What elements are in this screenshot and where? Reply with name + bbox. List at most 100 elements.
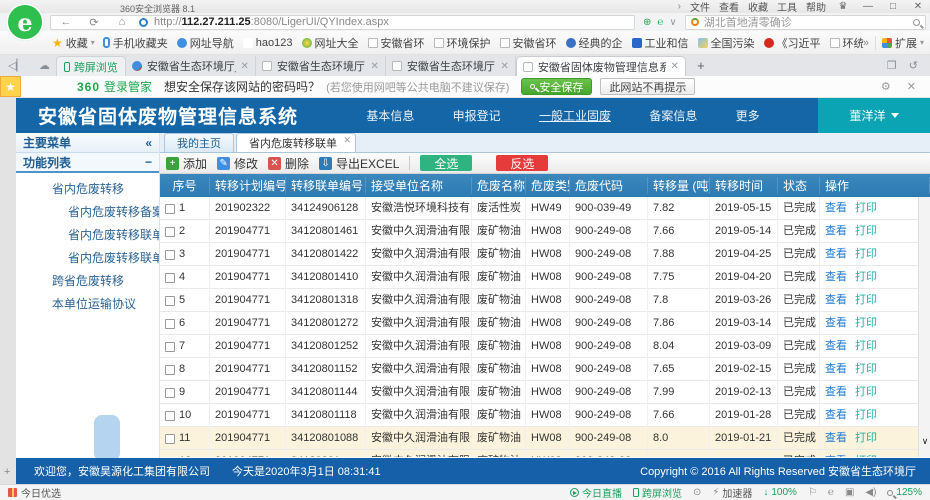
row-checkbox[interactable] [165, 434, 175, 444]
tab-close-icon[interactable]: ✕ [371, 61, 379, 72]
export-excel-button[interactable]: ⇩导出EXCEL [319, 155, 399, 172]
col-waste-code[interactable]: 危废代码 [570, 177, 648, 194]
col-index[interactable]: 序号 [160, 177, 210, 194]
reader-icon[interactable]: ℮ [657, 17, 663, 28]
sidebar-menu-item[interactable]: 本单位运输协议 [16, 293, 159, 316]
nav-item[interactable]: 备案信息 [649, 107, 697, 124]
screen-browse-status-button[interactable]: 跨屏浏览 [633, 485, 682, 500]
edit-button[interactable]: ✎修改 [217, 155, 258, 172]
print-link[interactable]: 打印 [855, 248, 877, 260]
table-row[interactable]: 5 201904771 34120801318 安徽中久润滑油有限公… 废矿物油… [160, 289, 930, 312]
bookmark-item[interactable]: 安徽省环 [368, 35, 425, 51]
row-checkbox[interactable] [165, 388, 175, 398]
view-link[interactable]: 查看 [825, 294, 847, 306]
row-checkbox[interactable] [165, 227, 175, 237]
nav-item[interactable]: 更多 [736, 107, 760, 124]
url-field[interactable]: ← ⟳ ⌂ http://112.27.211.25:8080/LigerUI/… [50, 15, 635, 30]
browser-logo-icon[interactable]: e [6, 3, 44, 41]
add-button[interactable]: +添加 [166, 155, 207, 172]
bookmark-item[interactable]: 环统年报 [830, 35, 863, 51]
browser-tab[interactable]: 安徽省生态环境厅_百度搜索 ✕ [126, 56, 256, 76]
sidebar-collapse-icon[interactable]: « [145, 136, 152, 150]
maximize-button[interactable]: □ [885, 1, 901, 12]
tab-manifest-list[interactable]: 省内危废转移联单 ✕ [236, 133, 356, 152]
accelerator-button[interactable]: ⚡加速器 [712, 485, 752, 500]
bookmark-item[interactable]: 全国污染 [698, 35, 755, 51]
bookmark-item[interactable]: 网址大全 [302, 35, 359, 51]
select-all-button[interactable]: 全选 [420, 155, 472, 171]
favorites-star-icon[interactable]: ★ [0, 76, 21, 97]
search-icon[interactable] [913, 19, 920, 26]
col-plan[interactable]: 转移计划编号 [210, 177, 286, 194]
home-icon[interactable]: ⌂ [116, 16, 128, 28]
content-tab-close-icon[interactable]: ✕ [343, 135, 351, 146]
col-actions[interactable]: 操作 [820, 177, 930, 194]
table-row[interactable]: 7 201904771 34120801252 安徽中久润滑油有限公… 废矿物油… [160, 335, 930, 358]
view-link[interactable]: 查看 [825, 248, 847, 260]
bookmark-item[interactable]: 环境保护 [434, 35, 491, 51]
bookmark-item[interactable]: hao123 [243, 37, 293, 49]
sidebar-section[interactable]: 功能列表 − [16, 153, 159, 173]
view-link[interactable]: 查看 [825, 202, 847, 214]
history-icon[interactable]: ⊙ [693, 487, 701, 498]
favorites-button[interactable]: ★ 收藏 ▾ [52, 35, 95, 51]
vip-icon[interactable]: ♛ [835, 1, 851, 12]
table-row[interactable]: 10 201904771 34120801118 安徽中久润滑油有限公… 废矿物… [160, 404, 930, 427]
print-link[interactable]: 打印 [855, 202, 877, 214]
notify-close-icon[interactable]: ✕ [907, 80, 916, 93]
new-tab-button[interactable]: + [690, 57, 712, 75]
download-status[interactable]: ↓100% [763, 487, 797, 498]
notify-settings-icon[interactable]: ⚙ [881, 80, 891, 93]
table-row[interactable]: 2 201904771 34120801461 安徽中久润滑油有限公… 废矿物油… [160, 220, 930, 243]
sidebar-menu-item[interactable]: 跨省危废转移 [16, 270, 159, 293]
bookmark-item[interactable]: 工业和信 [632, 35, 689, 51]
menu-file[interactable]: 文件 [690, 0, 710, 14]
print-link[interactable]: 打印 [855, 340, 877, 352]
safe-icon[interactable]: ⊕ [643, 17, 651, 28]
view-link[interactable]: 查看 [825, 455, 847, 457]
menu-view[interactable]: 查看 [719, 0, 739, 14]
sidebar-menu-item[interactable]: 省内危废转移备案 [16, 201, 159, 224]
extensions-button[interactable]: 扩展 ▾ [882, 35, 924, 51]
browser-mode-icon[interactable]: ℮ [828, 487, 834, 498]
search-box[interactable]: 湖北首地清零确诊 [685, 15, 926, 30]
table-scrollbar[interactable]: ∨ [918, 197, 930, 457]
user-menu[interactable]: 董洋洋 [818, 98, 930, 133]
row-checkbox[interactable] [165, 319, 175, 329]
print-link[interactable]: 打印 [855, 386, 877, 398]
bookmark-item[interactable]: 手机收藏夹 [103, 35, 168, 51]
print-link[interactable]: 打印 [855, 271, 877, 283]
browser-tab[interactable]: 安徽省生态环境厅 ✕ [386, 56, 516, 76]
bookmark-item[interactable]: 网址导航 [177, 35, 234, 51]
today-picks-button[interactable]: 今日优选 [8, 485, 61, 500]
tab-close-icon[interactable]: ✕ [671, 61, 679, 72]
table-row[interactable]: 3 201904771 34120801422 安徽中久润滑油有限公… 废矿物油… [160, 243, 930, 266]
table-row[interactable]: 6 201904771 34120801272 安徽中久润滑油有限公… 废矿物油… [160, 312, 930, 335]
row-checkbox[interactable] [165, 250, 175, 260]
cloud-sync-icon[interactable]: ☁ [39, 59, 50, 72]
speaker-icon[interactable]: ◀) [865, 487, 876, 498]
invert-selection-button[interactable]: 反选 [496, 155, 548, 171]
tab-close-icon[interactable]: ✕ [501, 61, 509, 72]
minimize-button[interactable]: — [860, 1, 876, 12]
tab-list-icon[interactable]: ❐ [887, 59, 897, 72]
col-quantity[interactable]: 转移量 (吨) [648, 177, 710, 194]
view-link[interactable]: 查看 [825, 386, 847, 398]
menu-help[interactable]: 帮助 [806, 0, 826, 14]
row-checkbox[interactable] [165, 365, 175, 375]
reopen-tab-icon[interactable]: ↺ [909, 59, 918, 72]
col-waste-class[interactable]: 危废类别 [526, 177, 570, 194]
col-date[interactable]: 转移时间 [710, 177, 778, 194]
side-add-icon[interactable]: + [4, 466, 10, 478]
table-row[interactable]: 4 201904771 34120801410 安徽中久润滑油有限公… 废矿物油… [160, 266, 930, 289]
sidebar-menu-item[interactable]: 省内危废转移联单 [16, 224, 159, 247]
print-link[interactable]: 打印 [855, 294, 877, 306]
menu-favorites[interactable]: 收藏 [748, 0, 768, 14]
table-row[interactable]: 1 201902322 34124906128 安徽浩悦环境科技有限… 废活性炭… [160, 197, 930, 220]
section-collapse-icon[interactable]: − [145, 155, 152, 169]
browser-tab[interactable]: 安徽省固体废物管理信息系统 ✕ [516, 56, 686, 76]
flag-icon[interactable]: ⚐ [808, 487, 817, 498]
scroll-down-icon[interactable]: ∨ [919, 436, 930, 447]
col-company[interactable]: 接受单位名称 [366, 177, 472, 194]
chevron-down-icon[interactable]: ∨ [669, 17, 676, 28]
